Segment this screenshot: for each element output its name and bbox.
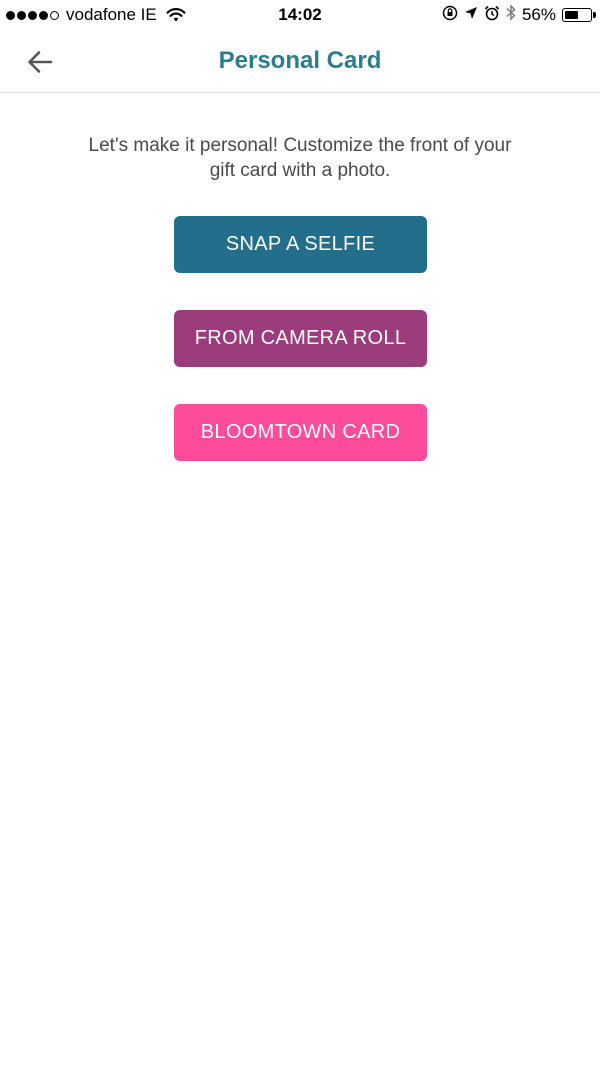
battery-percent: 56% [521, 5, 556, 24]
page-title: Personal Card [218, 47, 382, 74]
snap-selfie-button[interactable]: SNAP A SELFIE [174, 216, 427, 273]
intro-text: Let's make it personal! Customize the fr… [88, 135, 512, 181]
battery-icon [562, 8, 596, 22]
status-bar: vodafone IE 14:02 56% [0, 0, 600, 32]
location-arrow-icon [464, 5, 478, 25]
nav-bar: Personal Card [0, 32, 600, 93]
bluetooth-icon [506, 4, 516, 26]
screen: vodafone IE 14:02 56% Personal Card Let'… [0, 0, 600, 1067]
camera-roll-button[interactable]: FROM CAMERA ROLL [174, 310, 427, 367]
bloomtown-card-button[interactable]: BLOOMTOWN CARD [174, 404, 427, 461]
status-right: 56% [442, 4, 596, 26]
alarm-icon [484, 5, 500, 26]
orientation-lock-icon [442, 5, 458, 26]
